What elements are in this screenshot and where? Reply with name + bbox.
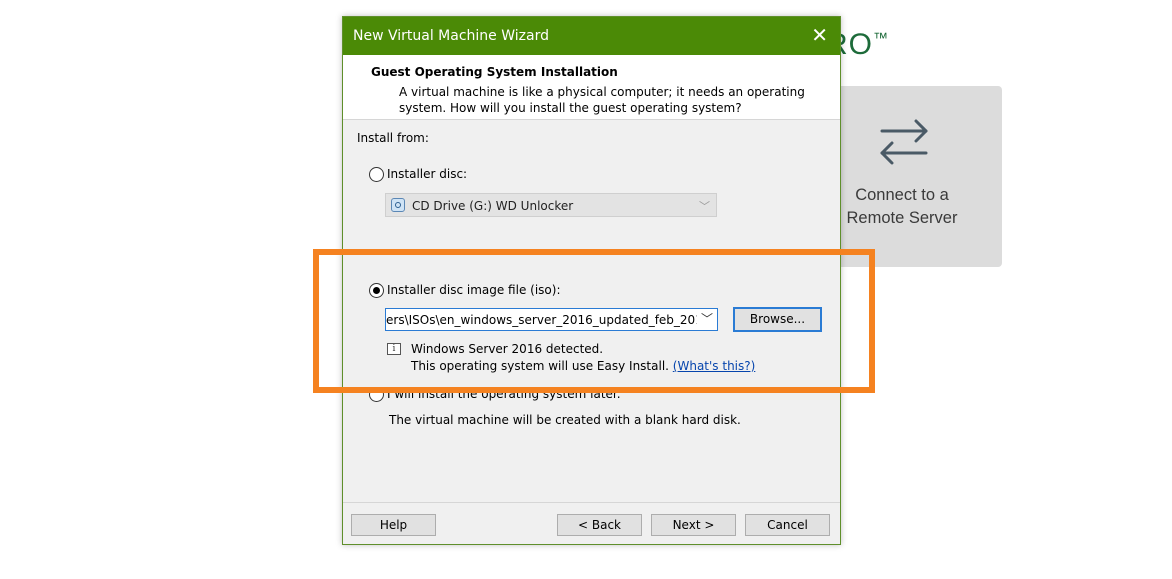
wizard-header: Guest Operating System Installation A vi… — [343, 55, 840, 120]
cd-drive-value: CD Drive (G:) WD Unlocker — [412, 199, 574, 213]
cd-drive-icon — [391, 198, 405, 212]
connect-remote-server-card[interactable]: Connect to a Remote Server — [836, 86, 1002, 267]
dialog-title: New Virtual Machine Wizard — [353, 28, 549, 44]
footer-divider — [343, 502, 840, 503]
connect-remote-server-label: Connect to a Remote Server — [836, 184, 968, 230]
install-from-label: Install from: — [357, 131, 429, 145]
chevron-down-icon: ﹀ — [699, 200, 710, 213]
cancel-button[interactable]: Cancel — [745, 514, 830, 536]
card-label-line1: Connect to a — [855, 186, 949, 204]
next-button[interactable]: Next > — [651, 514, 736, 536]
installer-disc-radio[interactable] — [369, 167, 384, 182]
card-label-line2: Remote Server — [846, 209, 958, 227]
trademark-mark: ™ — [873, 30, 889, 47]
swap-arrows-icon — [880, 119, 928, 165]
step-description: A virtual machine is like a physical com… — [399, 85, 805, 115]
back-button[interactable]: < Back — [557, 514, 642, 536]
dialog-titlebar[interactable]: New Virtual Machine Wizard ✕ — [343, 17, 840, 55]
close-icon[interactable]: ✕ — [811, 25, 828, 45]
annotation-highlight-box — [313, 249, 875, 393]
install-later-description: The virtual machine will be created with… — [389, 413, 741, 427]
step-title: Guest Operating System Installation — [371, 65, 618, 79]
installer-disc-label[interactable]: Installer disc: — [387, 167, 467, 181]
help-button[interactable]: Help — [351, 514, 436, 536]
cd-drive-select: CD Drive (G:) WD Unlocker ﹀ — [385, 193, 717, 217]
